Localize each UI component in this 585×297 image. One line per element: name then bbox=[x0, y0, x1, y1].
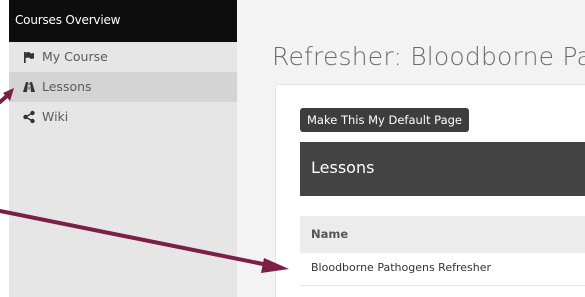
sidebar-title: Courses Overview bbox=[15, 13, 121, 27]
make-default-page-button[interactable]: Make This My Default Page bbox=[300, 108, 470, 132]
table-header: Name bbox=[300, 216, 585, 253]
sidebar-item-lessons[interactable]: Lessons bbox=[9, 72, 237, 102]
sidebar: Courses Overview My Course Lessons Wiki bbox=[9, 0, 237, 297]
sidebar-header: Courses Overview bbox=[9, 0, 237, 42]
sidebar-item-label: Lessons bbox=[42, 79, 92, 94]
page-title: Refresher: Bloodborne Pa bbox=[272, 42, 585, 71]
table-row: Bloodborne Pathogens Refresher bbox=[300, 253, 585, 286]
lessons-section-header: Lessons bbox=[300, 142, 585, 196]
lessons-panel: Make This My Default Page Lessons Name B… bbox=[275, 84, 585, 297]
main-content: Refresher: Bloodborne Pa Make This My De… bbox=[237, 0, 585, 297]
road-icon bbox=[23, 82, 35, 92]
flag-icon bbox=[24, 52, 34, 63]
column-header-name[interactable]: Name bbox=[311, 227, 348, 241]
sidebar-item-my-course[interactable]: My Course bbox=[9, 42, 237, 72]
sidebar-item-label: Wiki bbox=[42, 109, 69, 124]
sidebar-item-wiki[interactable]: Wiki bbox=[9, 102, 237, 132]
lesson-link[interactable]: Bloodborne Pathogens Refresher bbox=[311, 261, 491, 274]
left-gutter bbox=[0, 0, 9, 297]
section-title: Lessons bbox=[311, 158, 375, 177]
sidebar-item-label: My Course bbox=[42, 49, 108, 64]
page: Courses Overview My Course Lessons Wiki … bbox=[0, 0, 585, 297]
share-icon bbox=[23, 110, 35, 124]
